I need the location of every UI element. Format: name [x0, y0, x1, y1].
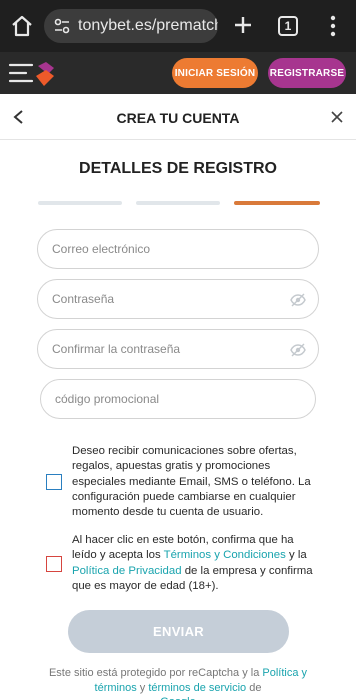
privacy-policy-link[interactable]: Política de Privacidad: [72, 565, 182, 577]
tab-switcher-button[interactable]: 1: [278, 16, 298, 36]
confirm-password-field[interactable]: [37, 329, 319, 369]
tonybet-logo[interactable]: [34, 60, 56, 88]
terms-link[interactable]: Términos y Condiciones: [164, 549, 286, 561]
register-button[interactable]: REGISTRARSE: [268, 58, 346, 88]
home-icon[interactable]: [10, 14, 34, 38]
progress-step-2: [136, 201, 220, 205]
login-button[interactable]: INICIAR SESIÓN: [172, 58, 258, 88]
modal-header: CREA TU CUENTA: [0, 94, 356, 140]
recaptcha-terms-link[interactable]: términos de servicio: [148, 682, 246, 694]
password-field[interactable]: [37, 279, 319, 319]
submit-button[interactable]: ENVIAR: [68, 610, 289, 653]
progress-step-1: [38, 201, 122, 205]
hide-confirm-password-icon[interactable]: [290, 342, 306, 358]
recaptcha-google-link[interactable]: Google: [0, 695, 356, 700]
address-bar[interactable]: tonybet.es/prematch: [44, 9, 218, 43]
password-input[interactable]: [38, 292, 318, 306]
hamburger-menu-icon[interactable]: [8, 61, 34, 85]
section-title: DETALLES DE REGISTRO: [79, 160, 277, 177]
terms-consent-text: Al hacer clic en este botón, confirma qu…: [72, 534, 313, 592]
newsletter-checkbox[interactable]: [46, 474, 62, 490]
browser-toolbar: tonybet.es/prematch 1: [0, 0, 356, 52]
url-text: tonybet.es/prematch: [78, 17, 218, 34]
confirm-password-input[interactable]: [38, 342, 318, 356]
site-settings-icon[interactable]: [52, 16, 72, 36]
terms-checkbox[interactable]: [46, 556, 62, 572]
promo-code-field[interactable]: [40, 379, 316, 419]
promo-code-input[interactable]: [41, 392, 315, 406]
newsletter-consent-text: Deseo recibir comunicaciones sobre ofert…: [72, 445, 311, 519]
recaptcha-notice: Este sitio está protegido por reCaptcha …: [48, 667, 308, 694]
modal-title: CREA TU CUENTA: [116, 110, 240, 126]
new-tab-icon[interactable]: [232, 14, 254, 36]
more-options-icon[interactable]: [326, 14, 340, 38]
site-header: INICIAR SESIÓN REGISTRARSE: [0, 52, 356, 94]
email-input[interactable]: [38, 242, 318, 256]
email-field[interactable]: [37, 229, 319, 269]
hide-password-icon[interactable]: [290, 292, 306, 308]
progress-step-3-active: [234, 201, 320, 205]
close-icon[interactable]: [330, 110, 344, 124]
